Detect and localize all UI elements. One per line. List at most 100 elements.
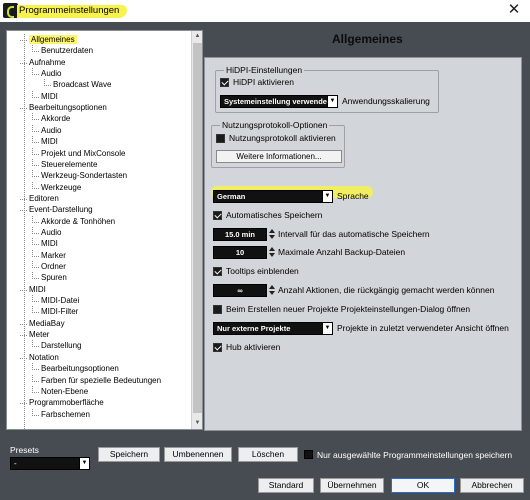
tree-item[interactable]: Noten-Ebene [41, 386, 88, 397]
ok-button[interactable]: OK [391, 478, 455, 493]
tree-item[interactable]: Bearbeitungsoptionen [41, 363, 119, 374]
tree-item[interactable]: Event-Darstellung [29, 204, 93, 215]
tree-connector [32, 96, 39, 98]
save-preset-button[interactable]: Speichern [98, 447, 160, 462]
scroll-thumb[interactable] [193, 43, 202, 413]
standard-button[interactable]: Standard [258, 478, 314, 493]
only-selected-label: Nur ausgewählte Programmeinstellungen sp… [317, 450, 513, 460]
tree-item[interactable]: MIDI [41, 91, 58, 102]
tree-item[interactable]: MediaBay [29, 318, 65, 329]
autosave-checkbox[interactable] [213, 211, 222, 220]
tree-connector [32, 255, 39, 257]
chevron-down-icon: ▼ [322, 191, 332, 202]
autosave-interval-field[interactable]: 15.0 min [213, 228, 267, 241]
tree-item[interactable]: Akkorde [41, 113, 70, 124]
hub-checkbox[interactable] [213, 343, 222, 352]
tree-connector [32, 158, 33, 166]
tree-item[interactable]: Meter [29, 329, 49, 340]
tree-connector [20, 323, 27, 325]
tree-connector [44, 79, 45, 87]
tree-connector [32, 238, 33, 246]
rename-preset-button[interactable]: Umbenennen [164, 447, 232, 462]
tree-item[interactable]: Spuren [41, 272, 67, 283]
tooltips-checkbox[interactable] [213, 267, 222, 276]
only-selected-checkbox[interactable] [304, 450, 313, 459]
tree-item[interactable]: MIDI [29, 284, 46, 295]
tree-item-label: Farbschemen [41, 409, 90, 419]
tree-item[interactable]: Notation [29, 352, 59, 363]
tree-connector [32, 391, 39, 393]
tree-item[interactable]: Steuerelemente [41, 159, 97, 170]
tree-connector [32, 226, 33, 234]
tooltips-label: Tooltips einblenden [226, 266, 299, 276]
tree-item[interactable]: Ordner [41, 261, 66, 272]
more-info-button[interactable]: Weitere Informationen... [216, 150, 342, 163]
scaling-dropdown[interactable]: Systemeinstellung verwenden ▼ [220, 95, 338, 108]
tree-item[interactable]: MIDI-Datei [41, 295, 79, 306]
language-label: Sprache [337, 191, 369, 201]
tree-item[interactable]: Programmoberfläche [29, 397, 104, 408]
tree-connector [32, 90, 33, 98]
undo-stepper[interactable] [268, 284, 276, 297]
tree-item[interactable]: Benutzerdaten [41, 45, 93, 56]
tree-item[interactable]: MIDI-Filter [41, 306, 78, 317]
tree-connector [32, 278, 39, 280]
tree-item-label: Bearbeitungsoptionen [41, 364, 119, 374]
tree-item-label: Allgemeines [29, 35, 77, 44]
scroll-down-icon[interactable]: ▼ [192, 418, 202, 429]
tree-item[interactable]: Werkzeug-Sondertasten [41, 170, 127, 181]
tree-item-label: Bearbeitungsoptionen [29, 103, 107, 113]
tree-connector [32, 119, 39, 121]
tree-item[interactable]: Audio [41, 227, 61, 238]
tree-scrollbar[interactable]: ▲ ▼ [191, 31, 202, 429]
tree-connector [20, 108, 27, 110]
tree-item[interactable]: Projekt und MixConsole [41, 148, 125, 159]
backups-stepper[interactable] [268, 246, 276, 259]
scroll-up-icon[interactable]: ▲ [192, 31, 202, 42]
tree-connector [32, 306, 33, 314]
tree-item-label: MIDI [41, 137, 58, 147]
interval-stepper[interactable] [268, 228, 276, 241]
tree-connector [32, 221, 39, 223]
apply-button[interactable]: Übernehmen [320, 478, 384, 493]
project-dialog-checkbox[interactable] [213, 305, 222, 314]
tree-item[interactable]: Audio [41, 125, 61, 136]
undo-field[interactable]: ∞ [213, 284, 267, 297]
tree-item[interactable]: Audio [41, 68, 61, 79]
tree-item[interactable]: MIDI [41, 238, 58, 249]
tree-connector [32, 170, 33, 178]
tree-item[interactable]: Marker [41, 250, 66, 261]
tree-item-label: Akkorde [41, 114, 71, 124]
title-bar: Programmeinstellungen ✕ [0, 0, 530, 22]
tree-item[interactable]: Farbschemen [41, 409, 90, 420]
tree-item[interactable]: Darstellung [41, 340, 81, 351]
hidpi-checkbox[interactable] [220, 78, 229, 87]
tree-item-label: Notation [29, 352, 59, 362]
tree-item[interactable]: Broadcast Wave [53, 79, 111, 90]
tree-item-label: MIDI-Datei [41, 296, 80, 306]
project-view-dropdown[interactable]: Nur externe Projekte ▼ [213, 322, 333, 335]
settings-panel: HiDPI-Einstellungen HiDPI aktivieren Sys… [204, 57, 522, 431]
tree-item[interactable]: Werkzeuge [41, 182, 81, 193]
backups-field[interactable]: 10 [213, 246, 267, 259]
tree-item[interactable]: Akkorde & Tonhöhen [41, 216, 115, 227]
delete-preset-button[interactable]: Löschen [238, 447, 298, 462]
language-dropdown[interactable]: German ▼ [213, 190, 333, 203]
tree-item[interactable]: Allgemeines [29, 34, 77, 45]
tree-item[interactable]: Aufnahme [29, 57, 65, 68]
tree-item[interactable]: Editoren [29, 193, 59, 204]
tree-item-label: Akkorde & Tonhöhen [41, 216, 116, 226]
tree-item-label: Event-Darstellung [29, 205, 93, 215]
project-view-value: Nur externe Projekte [217, 324, 291, 333]
tree-connector [32, 363, 33, 371]
tree-item[interactable]: MIDI [41, 136, 58, 147]
tree-item[interactable]: Farben für spezielle Bedeutungen [41, 375, 161, 386]
usage-label: Nutzungsprotokoll aktivieren [229, 133, 336, 143]
usage-checkbox[interactable] [216, 134, 225, 143]
cancel-button[interactable]: Abbrechen [460, 478, 524, 493]
tree-connector [32, 136, 33, 144]
close-icon[interactable]: ✕ [506, 2, 522, 18]
presets-dropdown[interactable]: - ▼ [10, 457, 90, 470]
tree-connector [32, 45, 33, 53]
tree-item[interactable]: Bearbeitungsoptionen [29, 102, 107, 113]
